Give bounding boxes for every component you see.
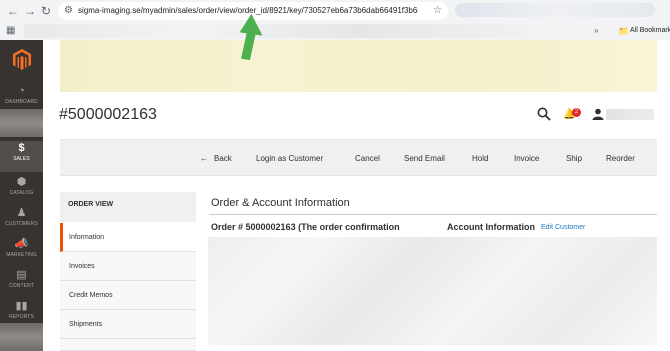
notification-count-badge[interactable]: 2 <box>572 108 581 117</box>
dashboard-icon: ◔ <box>18 85 25 97</box>
ship-button[interactable]: Ship <box>566 140 582 177</box>
edit-customer-link[interactable]: Edit Customer <box>541 224 585 231</box>
section-divider <box>209 214 657 215</box>
search-icon[interactable] <box>537 107 551 121</box>
sidebar-item-customers[interactable]: ♟ CUSTOMERS <box>0 206 43 236</box>
megaphone-icon: 📣 <box>14 238 29 250</box>
all-bookmarks-link[interactable]: All Bookmarks <box>630 25 670 37</box>
person-icon: ♟ <box>16 207 27 219</box>
login-as-customer-button[interactable]: Login as Customer <box>256 140 323 177</box>
forward-arrow-icon[interactable]: → <box>22 3 38 19</box>
order-heading: Order # 5000002163 (The order confirmati… <box>211 222 400 232</box>
browser-toolbar: ← → ↻ ⚙ sigma-imaging.se/myadmin/sales/o… <box>0 0 670 22</box>
blurred-order-details <box>208 237 657 345</box>
cube-icon: ⬢ <box>16 176 27 188</box>
bar-chart-icon: ▮▮ <box>15 300 28 312</box>
blurred-username <box>606 109 654 120</box>
blurred-sidebar-item <box>0 109 43 137</box>
blurred-bookmarks <box>24 24 529 38</box>
admin-sidebar: ◔ DASHBOARD $ SALES ⬢ CATALOG ♟ CUSTOMER… <box>0 40 43 351</box>
tab-information[interactable]: Information <box>60 223 196 252</box>
tab-shipments[interactable]: Shipments <box>60 310 196 339</box>
sidebar-item-sales[interactable]: $ SALES <box>0 141 43 172</box>
send-email-button[interactable]: Send Email <box>404 140 445 177</box>
invoice-button[interactable]: Invoice <box>514 140 539 177</box>
sidebar-item-catalog[interactable]: ⬢ CATALOG <box>0 175 43 205</box>
page-actions-bar: ← Back Login as Customer Cancel Send Ema… <box>60 139 657 176</box>
reorder-button[interactable]: Reorder <box>606 140 635 177</box>
order-view-tabs-title: ORDER VIEW <box>60 192 196 222</box>
cancel-button[interactable]: Cancel <box>355 140 380 177</box>
blurred-profile-area <box>455 3 655 17</box>
hold-button[interactable]: Hold <box>472 140 488 177</box>
user-icon[interactable] <box>592 108 604 120</box>
sidebar-item-content[interactable]: ▤ CONTENT <box>0 268 43 298</box>
magento-logo-icon <box>12 49 31 70</box>
site-settings-icon[interactable]: ⚙ <box>64 4 73 18</box>
dollar-icon: $ <box>18 142 25 154</box>
apps-grid-icon[interactable]: ▦ <box>6 25 15 37</box>
bookmark-star-icon[interactable]: ☆ <box>433 2 442 20</box>
back-arrow-icon[interactable]: ← <box>200 140 208 177</box>
sidebar-item-marketing[interactable]: 📣 MARKETING <box>0 237 43 267</box>
magento-logo[interactable] <box>0 40 43 80</box>
blurred-notice-banner <box>60 40 657 92</box>
tab-invoices[interactable]: Invoices <box>60 252 196 281</box>
back-button[interactable]: Back <box>214 140 232 177</box>
layout-icon: ▤ <box>16 269 27 281</box>
section-title: Order & Account Information <box>211 197 350 209</box>
reload-icon[interactable]: ↻ <box>38 3 54 19</box>
back-arrow-icon[interactable]: ← <box>5 3 21 19</box>
browser-chrome: ← → ↻ ⚙ sigma-imaging.se/myadmin/sales/o… <box>0 0 670 40</box>
page-title: #5000002163 <box>59 106 157 123</box>
tab-cutoff[interactable] <box>60 339 196 351</box>
blurred-sidebar-item <box>0 323 43 351</box>
folder-icon: 📁 <box>618 26 630 36</box>
more-bookmarks-icon[interactable]: » <box>594 25 598 37</box>
tab-credit-memos[interactable]: Credit Memos <box>60 281 196 310</box>
account-information-heading: Account Information <box>447 222 535 232</box>
annotation-arrow-icon <box>239 14 263 61</box>
bookmarks-bar: ▦ » 📁 All Bookmarks <box>0 22 670 40</box>
